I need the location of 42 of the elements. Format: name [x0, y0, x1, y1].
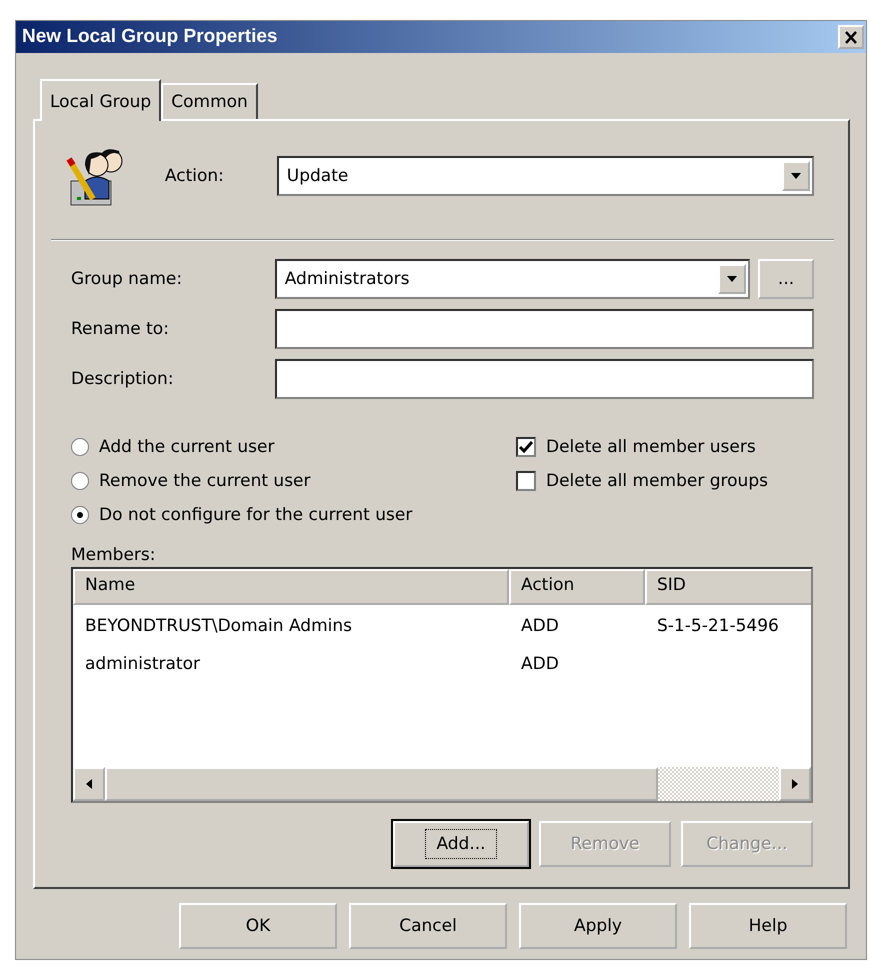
- checkbox-label: Delete all member users: [546, 437, 756, 457]
- radio-label: Do not configure for the current user: [99, 505, 412, 525]
- checkbox[interactable]: [516, 471, 536, 491]
- dialog-button[interactable]: Help: [689, 903, 847, 949]
- radio-button[interactable]: [71, 506, 89, 524]
- table-cell-text: ADD: [520, 654, 560, 674]
- action-dropdown[interactable]: Update: [276, 156, 814, 196]
- radio-label: Add the current user: [99, 437, 274, 457]
- tab[interactable]: Local Group: [40, 79, 162, 121]
- checkbox-label: Delete all member groups: [546, 471, 768, 491]
- close-icon: [844, 30, 858, 44]
- field-label: Description:: [71, 369, 175, 389]
- member-action-button[interactable]: Add...: [393, 821, 529, 867]
- close-button[interactable]: [838, 25, 864, 49]
- dialog-button[interactable]: Apply: [519, 903, 677, 949]
- radio-label: Remove the current user: [99, 471, 311, 491]
- text-field[interactable]: [274, 309, 814, 349]
- radio-button[interactable]: [71, 438, 89, 456]
- members-label: Members:: [71, 545, 157, 565]
- column-header[interactable]: SID: [645, 569, 811, 605]
- text-field[interactable]: [274, 359, 814, 399]
- field-label: Group name:: [71, 269, 184, 289]
- scrollbar[interactable]: [73, 767, 811, 801]
- group-name-dropdown[interactable]: Administrators: [274, 259, 750, 299]
- action-label: Action:: [164, 166, 225, 186]
- scroll-right-icon[interactable]: [779, 767, 811, 801]
- column-header[interactable]: Name: [73, 569, 509, 605]
- scroll-thumb[interactable]: [105, 767, 658, 801]
- field-label: Rename to:: [71, 319, 170, 339]
- browse-button[interactable]: ...: [758, 259, 814, 299]
- checkbox[interactable]: [516, 437, 536, 457]
- tab[interactable]: Common: [161, 83, 258, 119]
- table-cell-text: S-1-5-21-5496: [656, 616, 780, 636]
- dialog-button[interactable]: Cancel: [349, 903, 507, 949]
- scroll-left-icon[interactable]: [73, 767, 105, 801]
- table-cell-text: BEYONDTRUST\Domain Admins: [84, 616, 353, 636]
- table-cell-text: administrator: [84, 654, 201, 674]
- radio-button[interactable]: [71, 472, 89, 490]
- table-cell-text: ADD: [520, 616, 560, 636]
- dialog-button[interactable]: OK: [179, 903, 337, 949]
- window-title: New Local Group Properties: [22, 26, 278, 48]
- column-header[interactable]: Action: [509, 569, 645, 605]
